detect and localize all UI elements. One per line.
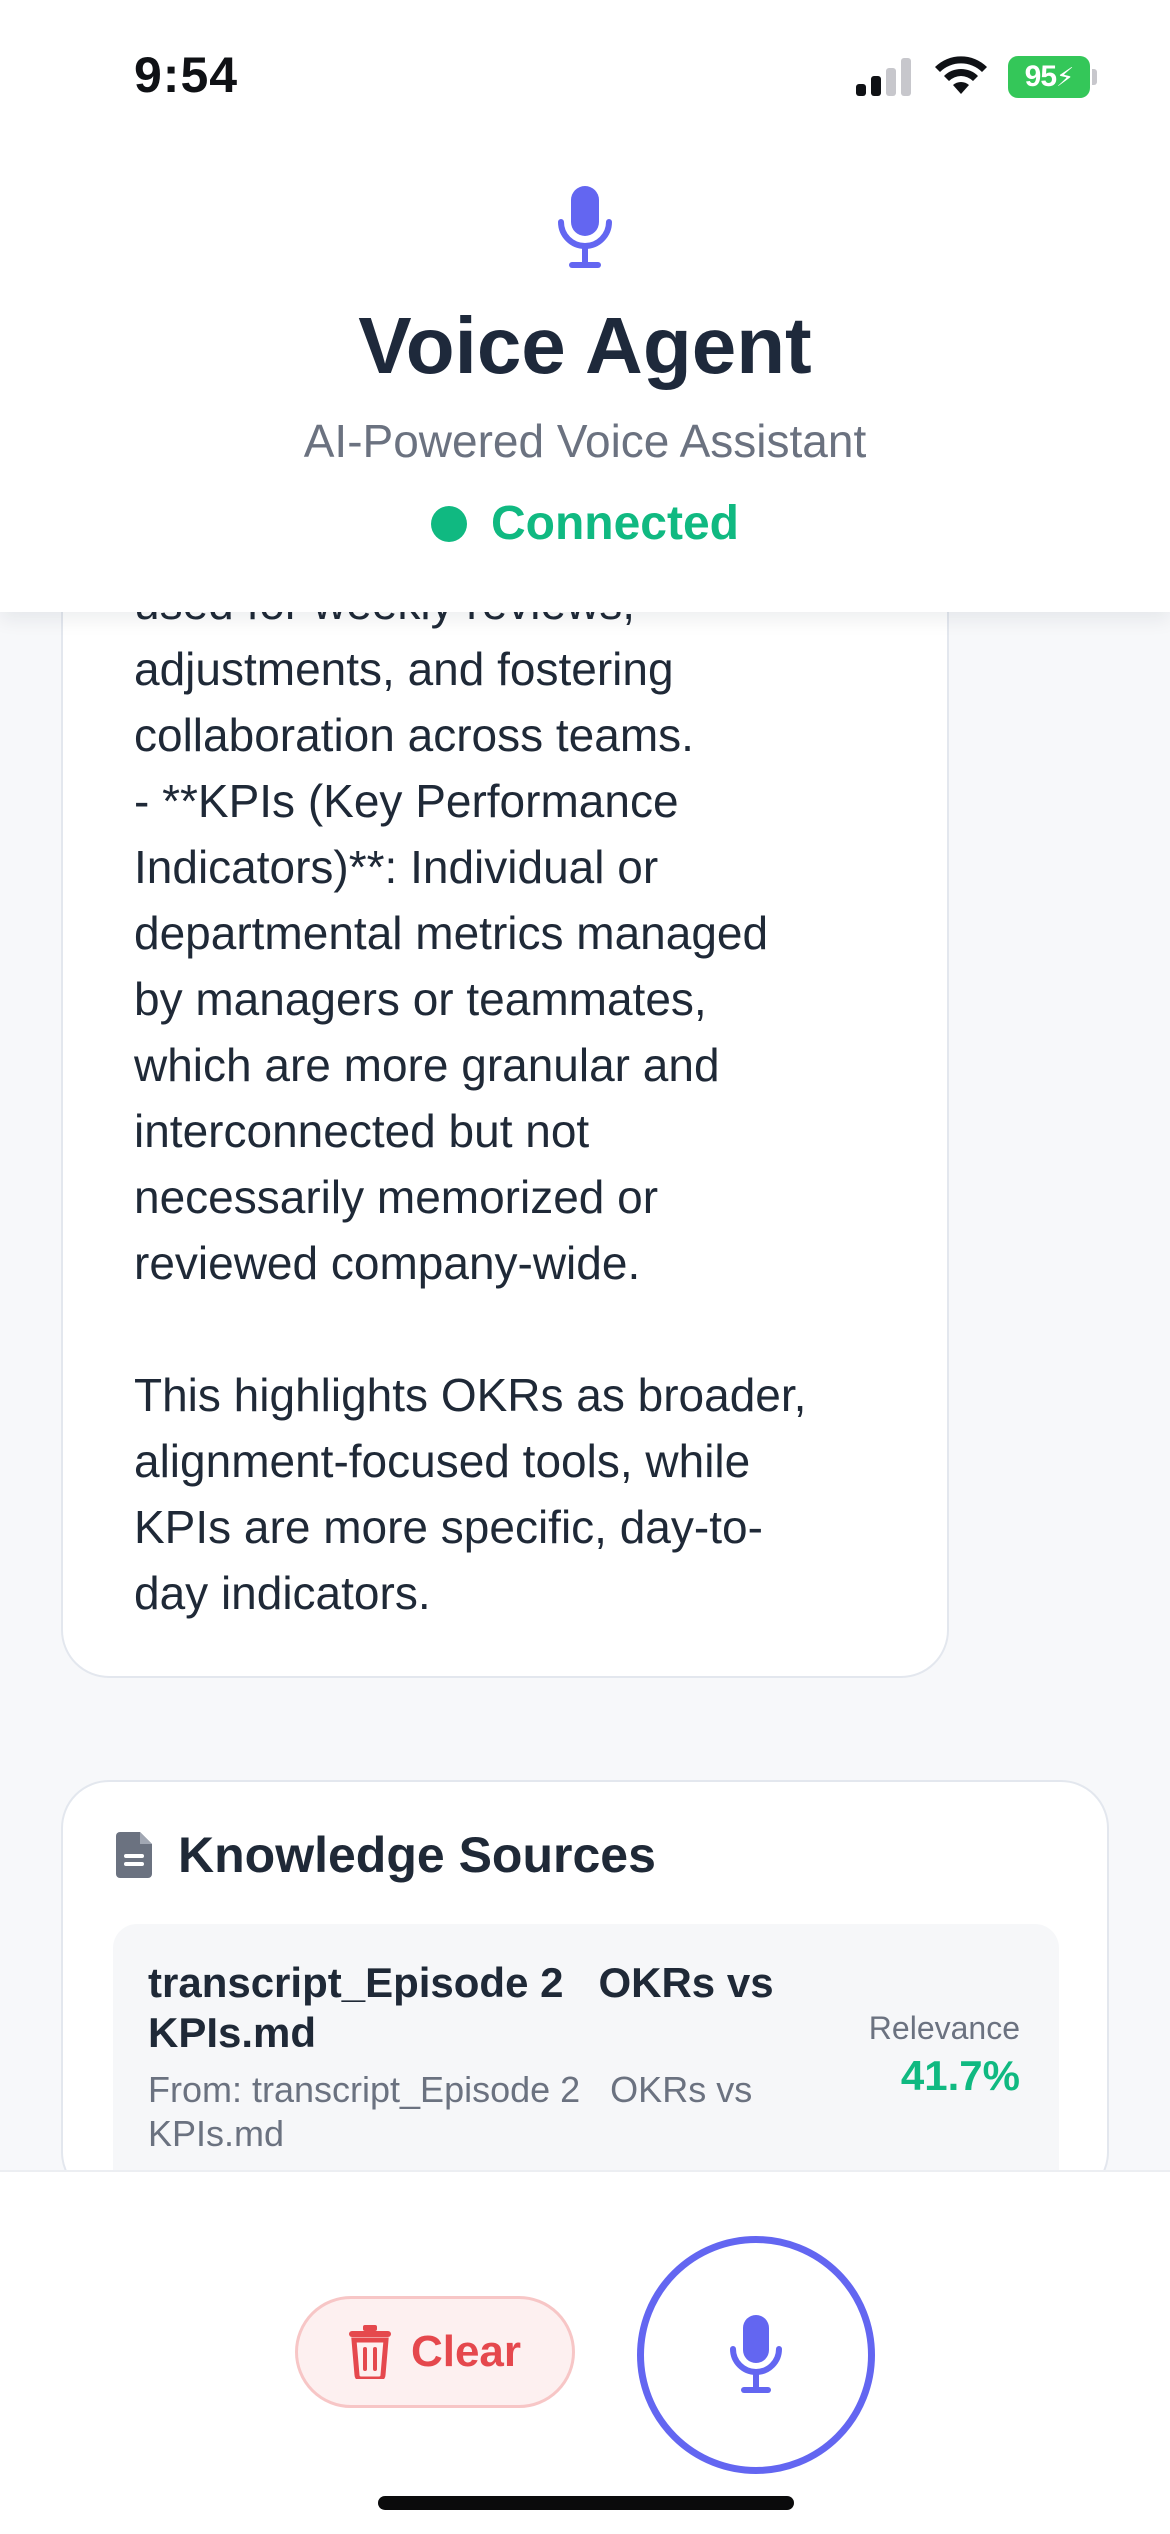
battery-indicator: 95 ⚡	[1008, 56, 1090, 98]
bottom-control-bar: Clear	[0, 2170, 1170, 2534]
page-subtitle: AI-Powered Voice Assistant	[303, 415, 867, 467]
knowledge-sources-title: Knowledge Sources	[178, 1827, 656, 1883]
page-title: Voice Agent	[358, 301, 812, 390]
cellular-signal-icon	[856, 58, 911, 96]
microphone-icon	[730, 2315, 782, 2393]
knowledge-sources-heading: Knowledge Sources	[116, 1826, 656, 1884]
relevance-value: 41.7%	[900, 2052, 1020, 2099]
status-time: 9:54	[134, 47, 239, 103]
relevance-label: Relevance	[868, 2010, 1020, 2046]
charging-bolt-icon: ⚡	[1056, 61, 1074, 92]
home-indicator[interactable]	[378, 2496, 794, 2510]
trash-icon	[348, 2325, 391, 2379]
microphone-button[interactable]	[637, 2236, 875, 2474]
clear-button-label: Clear	[410, 2327, 522, 2376]
wifi-icon	[935, 56, 987, 94]
microphone-icon	[558, 186, 612, 268]
assistant-message-text: used for weekly reviews, adjustments, an…	[134, 577, 807, 1619]
battery-tip	[1092, 69, 1097, 85]
source-file-name: transcript_Episode 2 OKRs vs KPIs.md	[148, 1959, 786, 2056]
status-dot-icon	[430, 505, 467, 542]
clear-button[interactable]: Clear	[295, 2296, 575, 2408]
source-origin: From: transcript_Episode 2 OKRs vs KPIs.…	[148, 2069, 763, 2154]
battery-level: 95	[1024, 60, 1057, 93]
status-bar: 9:54 95 ⚡	[0, 0, 1170, 150]
document-icon	[116, 1832, 152, 1878]
connection-status: Connected	[0, 496, 1170, 551]
app-header: Voice Agent AI-Powered Voice Assistant C…	[0, 150, 1170, 612]
connection-status-label: Connected	[490, 497, 739, 550]
